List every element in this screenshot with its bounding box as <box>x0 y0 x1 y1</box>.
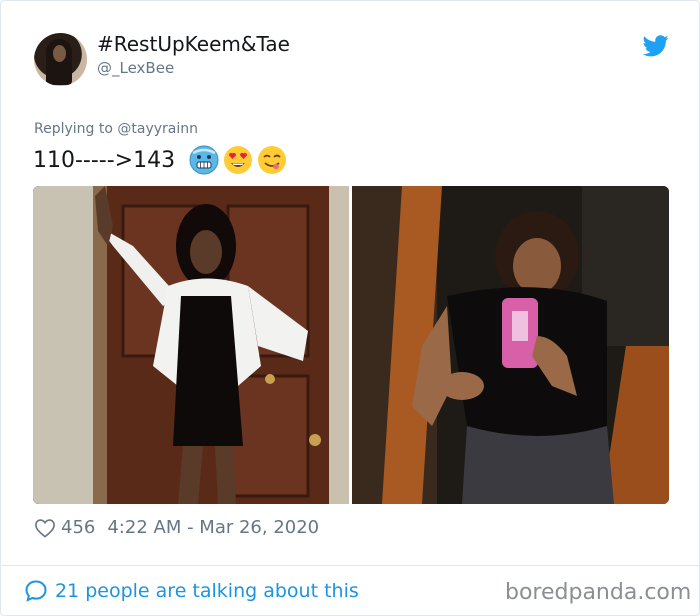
tweet-text: 110----->143 <box>33 145 287 175</box>
cold-face-emoji-icon <box>189 145 219 175</box>
photo-woman-mirror-selfie-image <box>352 186 669 504</box>
divider <box>2 565 699 566</box>
speech-bubble-icon <box>25 580 47 602</box>
talking-about-text: 21 people are talking about this <box>55 580 359 602</box>
avatar-face <box>53 45 66 62</box>
boredpanda-watermark: boredpanda.com <box>505 580 692 605</box>
yum-face-emoji-icon <box>258 146 287 174</box>
user-handle[interactable]: @_LexBee <box>97 59 174 77</box>
display-name[interactable]: #RestUpKeem&Tae <box>97 32 290 56</box>
tweet-meta: 456 4:22 AM - Mar 26, 2020 <box>34 517 319 538</box>
tweet-photo-right[interactable] <box>352 186 669 504</box>
twitter-bird-icon[interactable] <box>643 35 669 57</box>
heart-icon[interactable] <box>34 518 56 538</box>
talking-about-link[interactable]: 21 people are talking about this <box>24 579 359 603</box>
replying-prefix: Replying to <box>34 121 118 137</box>
tweet-body: 110----->143 <box>33 147 176 173</box>
replying-to: Replying to @tayyrainn <box>34 121 198 137</box>
photo-woman-doorway-image <box>33 186 349 504</box>
tweet-photo-left[interactable] <box>33 186 349 504</box>
tweet-timestamp[interactable]: 4:22 AM - Mar 26, 2020 <box>107 517 319 538</box>
tweet-card: #RestUpKeem&Tae @_LexBee Replying to @ta… <box>0 0 700 616</box>
heart-eyes-emoji-icon <box>224 146 253 174</box>
like-count: 456 <box>61 517 96 538</box>
reply-mention-link[interactable]: @tayyrainn <box>117 121 198 137</box>
avatar[interactable] <box>34 33 87 86</box>
